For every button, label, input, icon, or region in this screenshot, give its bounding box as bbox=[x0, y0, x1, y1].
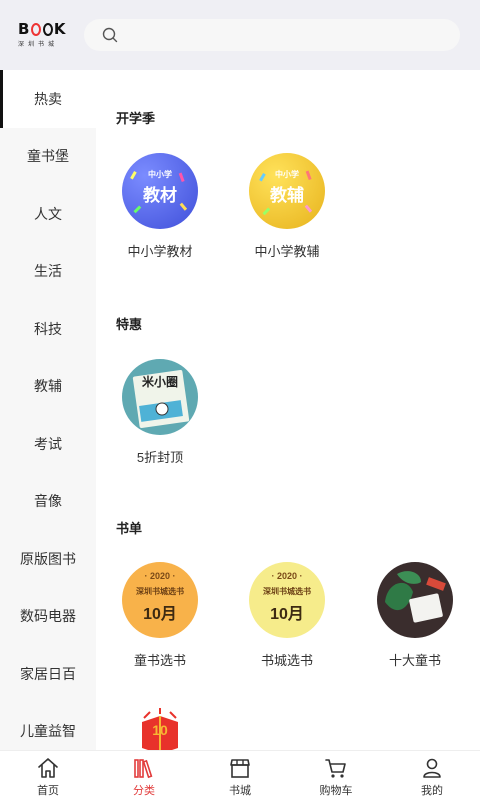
tab-me[interactable]: 我的 bbox=[384, 751, 480, 800]
section-title: 开学季 bbox=[116, 111, 156, 126]
store-icon bbox=[230, 759, 250, 778]
item-label: 书城选书 bbox=[260, 653, 313, 668]
tab-category[interactable]: 分类 bbox=[96, 751, 192, 800]
item-image: 中小学 教材 bbox=[122, 153, 198, 229]
item-tutoring-books[interactable]: 中小学 教辅 中小学教辅 bbox=[232, 153, 342, 260]
header: BK 深圳书城 bbox=[0, 0, 480, 70]
item-label: 5折封顶 bbox=[136, 450, 184, 465]
category-item-home[interactable]: 家居日百 bbox=[0, 645, 96, 703]
item-image: 10 bbox=[122, 708, 198, 750]
category-item-children-books[interactable]: 童书堡 bbox=[0, 128, 96, 186]
tab-store[interactable]: 书城 bbox=[192, 751, 288, 800]
item-image: 米小圈 bbox=[122, 359, 198, 435]
user-icon bbox=[423, 758, 441, 778]
logo-subtitle: 深圳书城 bbox=[18, 42, 59, 48]
category-books-icon bbox=[134, 759, 153, 779]
category-sidebar: 热卖 童书堡 人文 生活 科技 教辅 考试 音像 原版图书 数码电器 家居日百 … bbox=[0, 70, 96, 750]
search-icon bbox=[102, 27, 118, 43]
category-item-life[interactable]: 生活 bbox=[0, 243, 96, 301]
item-textbooks[interactable]: 中小学 教材 中小学教材 bbox=[105, 153, 215, 260]
category-item-hot[interactable]: 热卖 bbox=[0, 70, 96, 128]
category-item-audio-video[interactable]: 音像 bbox=[0, 473, 96, 531]
category-item-tutoring[interactable]: 教辅 bbox=[0, 358, 96, 416]
item-label: 中小学教材 bbox=[127, 244, 193, 259]
tab-cart[interactable]: 购物车 bbox=[288, 751, 384, 800]
item-partial[interactable]: 10 bbox=[105, 708, 215, 750]
category-item-tech[interactable]: 科技 bbox=[0, 300, 96, 358]
book-cover-art bbox=[132, 370, 190, 428]
section-title: 书单 bbox=[116, 521, 143, 536]
item-half-price[interactable]: 米小圈 5折封顶 bbox=[105, 359, 215, 466]
item-kids-picks[interactable]: · 2020 · 深圳书城选书 10月 童书选书 bbox=[105, 562, 215, 669]
item-image: · 2020 · 深圳书城选书 10月 bbox=[249, 562, 325, 638]
leaf-book-art bbox=[385, 571, 446, 623]
category-content: 开学季 中小学 教材 中小学教材 中小学 教辅 中小学教辅 特惠 米小圈 5折封… bbox=[96, 70, 480, 750]
home-icon bbox=[38, 758, 58, 778]
cart-icon bbox=[325, 759, 346, 778]
item-top-ten-kids-books[interactable]: 十大童书 bbox=[360, 562, 470, 669]
category-item-kids-educational[interactable]: 儿童益智 bbox=[0, 703, 96, 751]
item-label: 中小学教辅 bbox=[254, 244, 320, 259]
category-item-electronics[interactable]: 数码电器 bbox=[0, 588, 96, 646]
tab-home[interactable]: 首页 bbox=[0, 751, 96, 800]
book-logo[interactable]: BK 深圳书城 bbox=[18, 20, 66, 49]
item-label: 十大童书 bbox=[388, 653, 441, 668]
category-item-exams[interactable]: 考试 bbox=[0, 415, 96, 473]
category-item-original-books[interactable]: 原版图书 bbox=[0, 530, 96, 588]
section-title: 特惠 bbox=[116, 317, 143, 332]
logo-wordmark: BK bbox=[18, 20, 66, 38]
bottom-tab-bar: 首页 分类 书城 购物车 我的 bbox=[0, 750, 480, 800]
item-image: · 2020 · 深圳书城选书 10月 bbox=[122, 562, 198, 638]
item-label: 童书选书 bbox=[133, 653, 186, 668]
item-image bbox=[377, 562, 453, 638]
category-item-humanities[interactable]: 人文 bbox=[0, 185, 96, 243]
item-store-picks[interactable]: · 2020 · 深圳书城选书 10月 书城选书 bbox=[232, 562, 342, 669]
search-input[interactable] bbox=[84, 19, 460, 51]
item-image: 中小学 教辅 bbox=[249, 153, 325, 229]
